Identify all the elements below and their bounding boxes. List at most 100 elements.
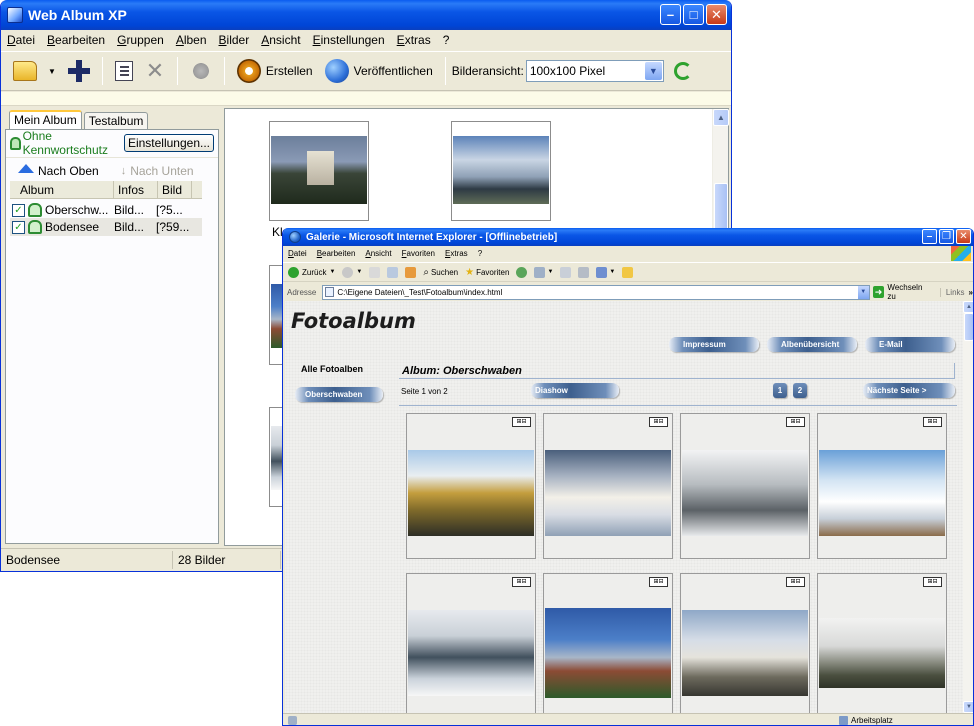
tab-testalbum[interactable]: Testalbum bbox=[83, 112, 149, 130]
photo-tile[interactable]: ⊞⊟ bbox=[817, 573, 947, 713]
photo-tile[interactable]: ⊞⊟ bbox=[543, 573, 673, 713]
menu-datei[interactable]: Datei bbox=[1, 33, 41, 47]
menu-favoriten[interactable]: Favoriten bbox=[397, 249, 440, 258]
move-down-button[interactable]: Nach Unten bbox=[130, 164, 193, 178]
photo-tile[interactable]: ⊞⊟ bbox=[406, 413, 536, 559]
ie-titlebar[interactable]: Galerie - Microsoft Internet Explorer - … bbox=[283, 228, 973, 246]
chevron-down-icon[interactable]: ▼ bbox=[609, 269, 615, 275]
refresh-button[interactable] bbox=[387, 266, 399, 278]
minimize-button[interactable]: – bbox=[922, 229, 937, 244]
move-up-button[interactable]: Nach Oben bbox=[38, 164, 99, 178]
menu-bilder[interactable]: Bilder bbox=[213, 33, 256, 47]
zoom-icon[interactable]: ⊞⊟ bbox=[786, 577, 805, 587]
nav-email[interactable]: E-Mail bbox=[865, 337, 955, 352]
album-row[interactable]: ✓ Bodensee Bild... [?59... bbox=[10, 218, 202, 236]
nav-albenuebersicht[interactable]: Albenübersicht bbox=[767, 337, 857, 352]
tab-mein-album[interactable]: Mein Album bbox=[9, 110, 82, 130]
menu-ansicht[interactable]: Ansicht bbox=[360, 249, 396, 258]
slideshow-button[interactable]: Diashow bbox=[531, 383, 619, 398]
stop-button[interactable] bbox=[369, 266, 381, 278]
column-bild[interactable]: Bild bbox=[158, 181, 192, 198]
refresh-icon[interactable] bbox=[673, 62, 692, 80]
menu-help[interactable]: ? bbox=[437, 33, 456, 47]
print-button[interactable] bbox=[560, 266, 572, 278]
zoom-icon[interactable]: ⊞⊟ bbox=[649, 577, 668, 587]
page-scrollbar[interactable]: ▲ ▼ bbox=[963, 301, 973, 713]
delete-button[interactable]: ✕ bbox=[139, 55, 171, 87]
zoom-icon[interactable]: ⊞⊟ bbox=[649, 417, 668, 427]
chevron-down-icon[interactable]: ▼ bbox=[48, 67, 56, 76]
scroll-thumb[interactable] bbox=[714, 183, 728, 233]
zoom-icon[interactable]: ⊞⊟ bbox=[786, 417, 805, 427]
restore-button[interactable]: ❐ bbox=[939, 229, 954, 244]
settings-button[interactable]: Einstellungen... bbox=[123, 134, 214, 152]
media-button[interactable] bbox=[516, 266, 528, 278]
chevron-down-icon[interactable]: ▼ bbox=[356, 269, 362, 275]
photo-tile[interactable]: ⊞⊟ bbox=[543, 413, 673, 559]
menu-alben[interactable]: Alben bbox=[170, 33, 213, 47]
create-button[interactable]: Erstellen bbox=[231, 55, 319, 87]
page-2-button[interactable]: 2 bbox=[793, 383, 807, 398]
next-page-button[interactable]: Nächste Seite > bbox=[863, 383, 955, 398]
mail-button[interactable]: ▼ bbox=[534, 266, 553, 278]
all-albums-link[interactable]: Alle Fotoalben bbox=[301, 364, 363, 374]
scroll-up-icon[interactable]: ▲ bbox=[713, 109, 729, 126]
scroll-thumb[interactable] bbox=[964, 313, 973, 341]
menu-bearbeiten[interactable]: Bearbeiten bbox=[41, 33, 111, 47]
discuss-button[interactable]: ▼ bbox=[596, 266, 615, 278]
album-checkbox[interactable]: ✓ bbox=[12, 220, 25, 234]
column-album[interactable]: Album bbox=[10, 181, 114, 198]
chevron-down-icon[interactable]: ▼ bbox=[329, 269, 335, 275]
go-arrow-icon[interactable]: ➜ bbox=[872, 286, 885, 298]
photo-tile[interactable]: ⊞⊟ bbox=[680, 573, 810, 713]
view-size-select[interactable]: 100x100 Pixel ▼ bbox=[525, 60, 664, 82]
chevron-down-icon[interactable]: ▼ bbox=[547, 269, 553, 275]
column-infos[interactable]: Infos bbox=[114, 181, 158, 198]
zoom-icon[interactable]: ⊞⊟ bbox=[512, 577, 531, 587]
zoom-icon[interactable]: ⊞⊟ bbox=[923, 417, 942, 427]
menu-extras[interactable]: Extras bbox=[440, 249, 473, 258]
address-input[interactable]: C:\Eigene Dateien\_Test\Fotoalbum\index.… bbox=[322, 284, 870, 300]
scroll-down-icon[interactable]: ▼ bbox=[963, 701, 973, 713]
maximize-button[interactable]: □ bbox=[683, 4, 704, 25]
messenger-button[interactable] bbox=[622, 266, 634, 278]
photo-tile[interactable]: ⊞⊟ bbox=[406, 573, 536, 713]
menu-extras[interactable]: Extras bbox=[391, 33, 437, 47]
chevron-down-icon[interactable]: ▼ bbox=[644, 62, 662, 80]
close-button[interactable]: ✕ bbox=[956, 229, 971, 244]
nav-impressum[interactable]: Impressum bbox=[669, 337, 759, 352]
menu-gruppen[interactable]: Gruppen bbox=[111, 33, 170, 47]
add-images-button[interactable] bbox=[62, 55, 96, 87]
menu-help[interactable]: ? bbox=[473, 249, 487, 258]
menu-datei[interactable]: Datei bbox=[283, 249, 312, 258]
links-button[interactable]: Links bbox=[939, 287, 965, 297]
photo-tile[interactable]: ⊞⊟ bbox=[817, 413, 947, 559]
edit-button[interactable] bbox=[109, 55, 139, 87]
photo-tile[interactable]: ⊞⊟ bbox=[680, 413, 810, 559]
zoom-icon[interactable]: ⊞⊟ bbox=[512, 417, 531, 427]
publish-button[interactable]: Veröffentlichen bbox=[319, 55, 439, 87]
home-button[interactable] bbox=[405, 266, 417, 278]
web-album-titlebar[interactable]: Web Album XP – □ ✕ bbox=[1, 0, 731, 30]
sidebar-album-oberschwaben[interactable]: Oberschwaben bbox=[295, 387, 383, 402]
chevron-right-icon[interactable]: » bbox=[969, 288, 973, 297]
thumbnail[interactable] bbox=[269, 121, 369, 221]
open-button[interactable]: ▼ bbox=[7, 55, 62, 87]
album-row[interactable]: ✓ Oberschw... Bild... [?5... bbox=[10, 201, 202, 219]
album-checkbox[interactable]: ✓ bbox=[12, 203, 25, 217]
menu-ansicht[interactable]: Ansicht bbox=[255, 33, 306, 47]
minimize-button[interactable]: – bbox=[660, 4, 681, 25]
search-button[interactable]: ⌕ Suchen bbox=[423, 267, 458, 278]
thumbnail[interactable] bbox=[451, 121, 551, 221]
menu-bearbeiten[interactable]: Bearbeiten bbox=[312, 249, 361, 258]
close-button[interactable]: ✕ bbox=[706, 4, 727, 25]
page-1-button[interactable]: 1 bbox=[773, 383, 787, 398]
chevron-down-icon[interactable]: ▼ bbox=[857, 285, 869, 299]
go-button[interactable]: Wechseln zu bbox=[887, 283, 931, 301]
password-status[interactable]: Ohne Kennwortschutz bbox=[23, 129, 120, 157]
edit-page-button[interactable] bbox=[578, 266, 590, 278]
scroll-up-icon[interactable]: ▲ bbox=[963, 301, 973, 313]
disabled-tool-button[interactable] bbox=[184, 55, 218, 87]
forward-button[interactable]: ▼ bbox=[342, 266, 362, 278]
back-button[interactable]: Zurück ▼ bbox=[283, 266, 335, 278]
